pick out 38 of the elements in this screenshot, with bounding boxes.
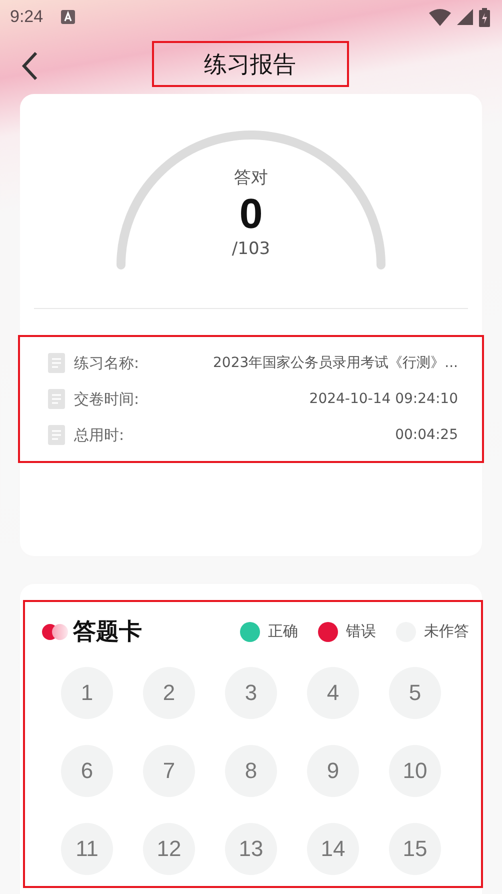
signal-icon: [457, 9, 473, 25]
info-value: 00:04:25: [395, 427, 458, 443]
info-value: 2023年国家公务员录用考试《行测》...: [213, 354, 458, 372]
question-number[interactable]: 7: [143, 745, 195, 797]
question-number[interactable]: 12: [143, 823, 195, 875]
score-total: /103: [232, 239, 270, 259]
legend-label: 错误: [346, 622, 376, 641]
info-label: 交卷时间:: [74, 390, 140, 408]
question-number[interactable]: 2: [143, 667, 195, 719]
status-time: 9:24: [10, 7, 44, 27]
keyboard-icon: [61, 10, 76, 24]
score-label: 答对: [234, 167, 268, 189]
question-number[interactable]: 6: [61, 745, 113, 797]
info-label: 总用时:: [74, 426, 126, 444]
question-number[interactable]: 11: [61, 823, 113, 875]
dots-icon: [41, 622, 69, 640]
question-number[interactable]: 10: [389, 745, 441, 797]
legend-label: 未作答: [424, 622, 469, 641]
question-number[interactable]: 3: [225, 667, 277, 719]
document-icon: [48, 425, 65, 445]
question-number[interactable]: 4: [307, 667, 359, 719]
info-value: 2024-10-14 09:24:10: [309, 391, 458, 407]
legend-label: 正确: [268, 622, 298, 641]
info-label: 练习名称:: [74, 354, 140, 372]
document-icon: [48, 389, 65, 409]
document-icon: [48, 353, 65, 373]
question-number[interactable]: 9: [307, 745, 359, 797]
question-number[interactable]: 5: [389, 667, 441, 719]
question-number[interactable]: 13: [225, 823, 277, 875]
battery-icon: [479, 8, 490, 26]
question-number[interactable]: 8: [225, 745, 277, 797]
page-title: 练习报告: [204, 50, 296, 80]
wifi-icon: [429, 8, 451, 26]
card-title: 答题卡: [73, 618, 142, 647]
question-number[interactable]: 15: [389, 823, 441, 875]
question-number[interactable]: 14: [307, 823, 359, 875]
question-number[interactable]: 1: [61, 667, 113, 719]
score-value: 0: [239, 189, 263, 239]
